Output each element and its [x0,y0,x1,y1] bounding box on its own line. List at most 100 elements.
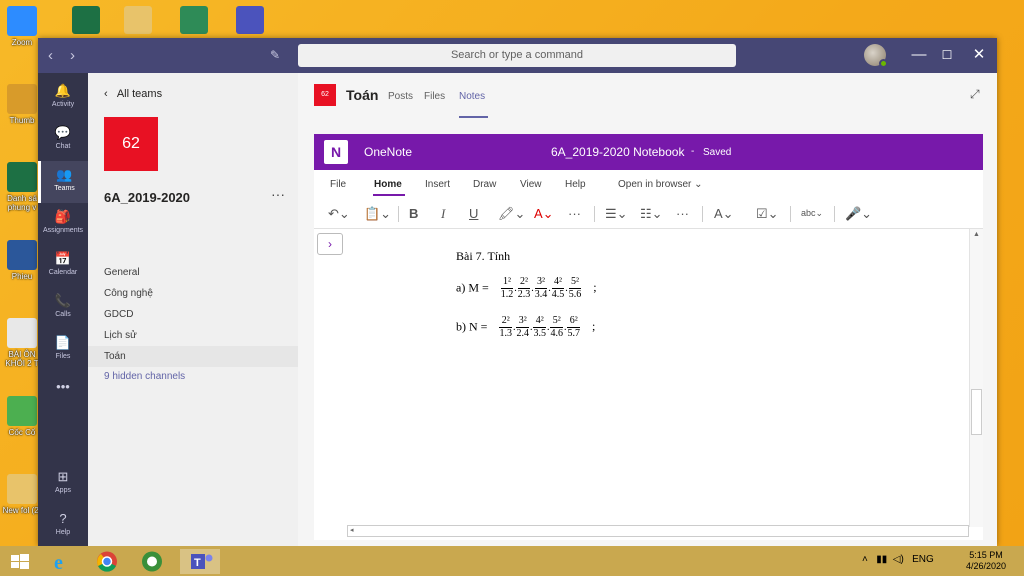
back-icon[interactable]: ‹ [48,47,53,64]
rail-item-calendar[interactable]: 📅 Calendar [38,245,88,287]
avatar[interactable] [864,44,888,68]
scroll-up-icon[interactable]: ▲ [973,231,980,238]
menu-file[interactable]: File [330,179,346,190]
tab-files[interactable]: Files [424,91,445,102]
menu-view[interactable]: View [520,179,542,190]
chevron-up-icon[interactable]: ˄ [862,554,868,565]
desktop-icon[interactable]: Danh sá phung v [2,162,42,212]
equation-a-end: ; [593,280,597,295]
channel-item[interactable]: General [88,262,298,283]
scrollbar-thumb[interactable] [971,389,982,435]
notebook-name[interactable]: 6A_2019-2020 Notebook [551,145,684,159]
numbering-icon[interactable]: ☷⌄ [640,206,663,222]
minimize-button[interactable]: — [908,44,930,66]
network-icon[interactable]: ▮▮ [876,554,887,565]
channel-item[interactable]: Lịch sử [88,325,298,346]
rail-item-help[interactable]: ? Help [38,505,88,547]
tab-notes[interactable]: Notes [459,91,485,102]
team-more-button[interactable]: ··· [271,186,285,202]
assignments-icon: 🎒 [54,209,72,224]
desktop-icon[interactable]: Zoom [2,6,42,47]
more-paragraph-icon[interactable]: ··· [676,206,689,221]
channel-item[interactable]: Công nghệ [88,283,298,304]
rail-item-label: Apps [55,487,71,494]
desktop-icon[interactable]: BÀI ÔN KHỐI 2 T [2,318,42,368]
card-app-icon[interactable] [180,6,208,34]
excel-shortcut-icon[interactable] [72,6,100,34]
tab-posts[interactable]: Posts [388,91,413,102]
system-tray: ˄ ▮▮ ◁) ENG [862,554,934,565]
vertical-scrollbar[interactable]: ▲ [969,229,983,527]
bold-button[interactable]: B [409,206,418,221]
desktop-icon[interactable]: Thumb [2,84,42,125]
rail-item-activity[interactable]: 🔔 Activity [38,77,88,119]
chat-icon: 💬 [54,125,72,140]
compose-icon[interactable]: ✎ [270,48,280,62]
rail-item-calls[interactable]: 📞 Calls [38,287,88,329]
folder-shortcut-icon[interactable] [124,6,152,34]
hidden-channels-link[interactable]: 9 hidden channels [88,366,298,387]
fraction-numerator: 3² [534,276,548,289]
clock[interactable]: 5:15 PM 4/26/2020 [966,550,1006,572]
dictate-icon[interactable]: 🎤⌄ [845,206,872,222]
horizontal-scrollbar[interactable]: ◂ [347,525,969,537]
expand-icon[interactable]: ⤢ [970,87,980,102]
calendar-icon: 📅 [54,251,72,266]
spelling-icon[interactable]: abc⌄ [801,208,823,219]
teams-icon[interactable]: T [180,549,220,574]
more-icon: ••• [56,379,70,394]
font-color-icon[interactable]: A⌄ [534,206,554,222]
fraction-numerator: 5² [568,276,582,289]
italic-button[interactable]: I [441,206,445,222]
language-indicator[interactable]: ENG [912,554,934,565]
channel-item[interactable]: Toán [88,346,298,367]
windows-start-icon[interactable] [0,549,40,574]
all-teams-link[interactable]: ‹ All teams [104,88,162,100]
rail-item-apps[interactable]: ⊞ Apps [38,463,88,505]
desktop-icon[interactable]: Cốc Cố [2,396,42,437]
maximize-button[interactable]: ☐ [936,44,958,66]
menu-help[interactable]: Help [565,179,586,190]
internet-explorer-icon[interactable]: e [42,549,82,574]
fraction-denominator: 3.5 [533,328,546,339]
teams-icon: 👥 [56,167,73,182]
tags-icon[interactable]: ☑⌄ [756,206,779,222]
forward-icon[interactable]: › [70,47,75,64]
chrome-icon[interactable] [87,549,127,574]
search-input[interactable]: Search or type a command [298,44,736,67]
bullets-icon[interactable]: ☰⌄ [605,206,628,222]
close-button[interactable]: ✕ [968,44,990,66]
rail-item-more[interactable]: ••• [38,373,88,415]
coccoc-icon[interactable] [132,549,172,574]
rail-item-chat[interactable]: 💬 Chat [38,119,88,161]
teams-shortcut-icon[interactable] [236,6,264,34]
highlight-icon[interactable]: 🖍⌄ [498,206,525,222]
more-formatting-icon[interactable]: ··· [568,206,581,221]
note-page[interactable]: › Bài 7. Tính a) M = 1² 1.2. 2² 2.3. 3² 3.4. 4… [314,228,983,540]
channel-main: 62 Toán Posts Files Notes ⤢ N OneNote 6A… [298,73,997,546]
undo-icon[interactable]: ↶⌄ [328,206,350,222]
menu-insert[interactable]: Insert [425,179,450,190]
styles-icon[interactable]: A⌄ [714,206,734,222]
volume-icon[interactable]: ◁) [893,554,904,565]
rail-item-files[interactable]: 📄 Files [38,329,88,371]
desktop-icon[interactable]: Phieu [2,240,42,281]
rail-item-teams[interactable]: 👥 Teams [38,161,88,203]
rail-item-assignments[interactable]: 🎒 Assignments [38,203,88,245]
svg-text:e: e [54,552,63,574]
help-icon: ? [59,511,67,526]
open-in-browser-button[interactable]: Open in browser ⌄ [618,179,703,190]
paste-icon[interactable]: 📋⌄ [364,206,391,222]
desktop-icon[interactable]: New fol (2) [2,474,42,515]
menu-draw[interactable]: Draw [473,179,496,190]
channel-item[interactable]: GDCD [88,304,298,325]
navigation-toggle[interactable]: › [317,233,343,255]
underline-button[interactable]: U [469,206,478,221]
exercise-heading: Bài 7. Tính [456,249,511,263]
menu-home[interactable]: Home [374,179,402,190]
fraction: 1² 1.2 [500,276,514,301]
fraction-numerator: 4² [551,276,565,289]
fraction: 4² 3.5 [533,315,546,340]
scroll-left-icon[interactable]: ◂ [350,526,354,534]
fraction: 2² 1.3 [499,315,512,340]
